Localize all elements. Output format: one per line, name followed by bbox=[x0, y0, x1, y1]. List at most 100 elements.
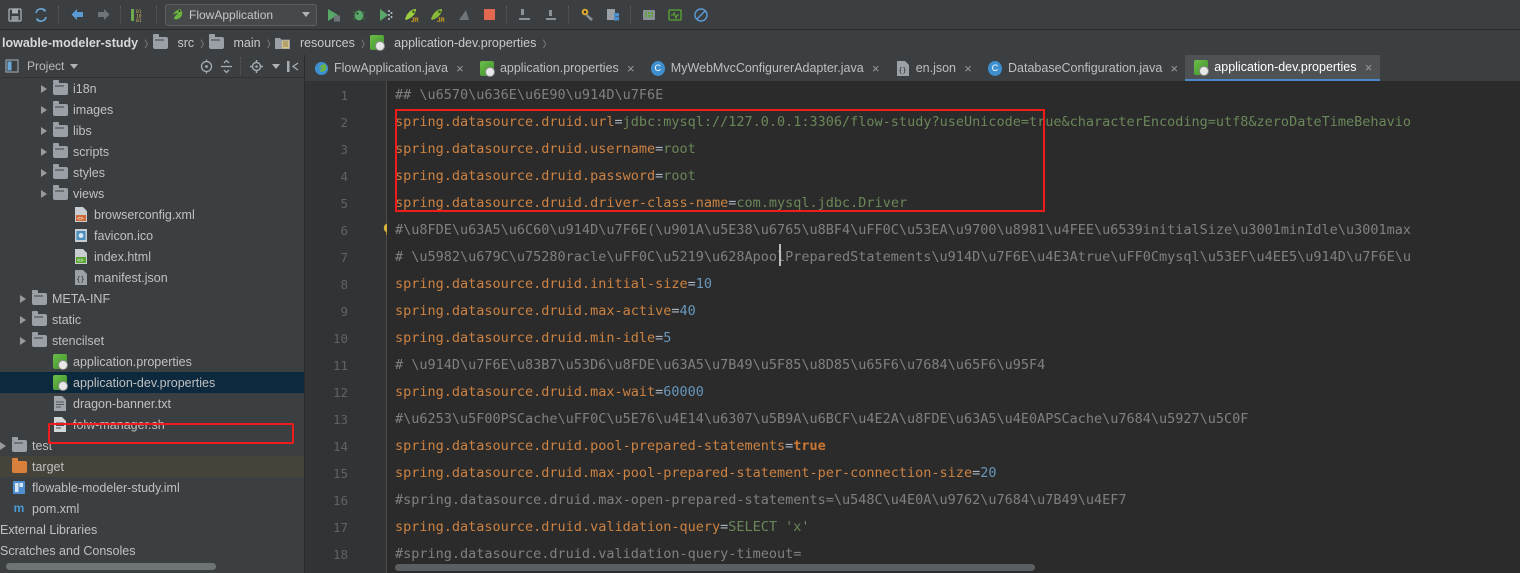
expand-arrow-icon[interactable] bbox=[41, 105, 47, 114]
breadcrumb-item-resources[interactable]: resources bbox=[273, 30, 359, 55]
settings-gear-icon[interactable] bbox=[575, 3, 599, 27]
tree-item-pom-xml[interactable]: m pom.xml bbox=[0, 498, 304, 519]
tree-item-favicon-ico[interactable]: favicon.ico bbox=[0, 225, 304, 246]
chevron-down-icon[interactable] bbox=[70, 63, 79, 69]
code-line[interactable]: spring.datasource.druid.validation-query… bbox=[395, 514, 810, 541]
project-tree[interactable]: i18n images libs scripts styles views <> browse… bbox=[0, 78, 304, 563]
expand-arrow-icon[interactable] bbox=[41, 147, 47, 156]
tree-item-i18n[interactable]: i18n bbox=[0, 78, 304, 99]
run-jrebel-icon[interactable]: JR bbox=[399, 3, 423, 27]
breadcrumb-item-file[interactable]: application-dev.properties bbox=[367, 30, 540, 55]
no-entry-icon[interactable] bbox=[689, 3, 713, 27]
editor-code-area[interactable]: ## \u6570\u636E\u6E90\u914D\u7F6E spring.… bbox=[387, 81, 1520, 573]
forward-icon[interactable] bbox=[91, 3, 115, 27]
sdk-manager-icon[interactable] bbox=[637, 3, 661, 27]
project-structure-icon[interactable] bbox=[601, 3, 625, 27]
tree-item-target[interactable]: target bbox=[0, 456, 304, 477]
close-icon[interactable]: × bbox=[871, 62, 881, 75]
breadcrumb-item-src[interactable]: src bbox=[150, 30, 198, 55]
sync-icon[interactable] bbox=[29, 3, 53, 27]
breadcrumb-item-main[interactable]: main bbox=[207, 30, 265, 55]
hide-panel-icon[interactable] bbox=[282, 56, 302, 76]
tree-item-static[interactable]: static bbox=[0, 309, 304, 330]
code-line[interactable]: spring.datasource.druid.driver-class-nam… bbox=[395, 190, 907, 217]
editor-horizontal-scrollbar[interactable] bbox=[395, 563, 1425, 572]
tree-item-flowable-modeler-study-iml[interactable]: flowable-modeler-study.iml bbox=[0, 477, 304, 498]
stop-icon[interactable] bbox=[477, 3, 501, 27]
editor-gutter[interactable]: 1 2 3 4 5 6 7 8 9 10 11 12 13 14 15 16 17 18 bbox=[305, 81, 393, 573]
scrollbar-thumb[interactable] bbox=[6, 563, 216, 570]
code-line[interactable]: spring.datasource.druid.max-pool-prepare… bbox=[395, 460, 996, 487]
editor-tab-application-dev-properties[interactable]: application-dev.properties × bbox=[1185, 55, 1380, 81]
code-line[interactable]: spring.datasource.druid.max-wait=60000 bbox=[395, 379, 704, 406]
tree-item-test[interactable]: test bbox=[0, 435, 304, 456]
chevron-down-icon[interactable] bbox=[272, 63, 280, 69]
breadcrumb-item-project[interactable]: lowable-modeler-study bbox=[0, 30, 142, 55]
expand-arrow-icon[interactable] bbox=[20, 336, 26, 345]
chevron-down-icon[interactable] bbox=[302, 12, 310, 17]
expand-arrow-icon[interactable] bbox=[41, 126, 47, 135]
expand-arrow-icon[interactable] bbox=[41, 168, 47, 177]
tree-item-views[interactable]: views bbox=[0, 183, 304, 204]
tree-item-manifest-json[interactable]: {} manifest.json bbox=[0, 267, 304, 288]
code-line[interactable]: # \u5982\u679C\u75280racle\uFF0C\u5219\u… bbox=[395, 244, 1411, 271]
code-line[interactable]: spring.datasource.druid.username=root bbox=[395, 136, 696, 163]
editor-tab-databaseconfiguration-java[interactable]: C DatabaseConfiguration.java × bbox=[979, 55, 1185, 81]
code-line[interactable]: spring.datasource.druid.url=jdbc:mysql:/… bbox=[395, 109, 1411, 136]
close-icon[interactable]: × bbox=[963, 62, 973, 75]
debug-icon[interactable] bbox=[347, 3, 371, 27]
code-line[interactable]: spring.datasource.druid.pool-prepared-st… bbox=[395, 433, 826, 460]
tree-item-meta-inf[interactable]: META-INF bbox=[0, 288, 304, 309]
tree-item-images[interactable]: images bbox=[0, 99, 304, 120]
expand-arrow-icon[interactable] bbox=[41, 189, 47, 198]
avd-manager-icon[interactable] bbox=[663, 3, 687, 27]
save-all-icon[interactable] bbox=[3, 3, 27, 27]
code-line[interactable]: #\u8FDE\u63A5\u6C60\u914D\u7F6E(\u901A\u… bbox=[395, 217, 1411, 244]
scrollbar-thumb[interactable] bbox=[395, 564, 1035, 571]
tree-item-browserconfig-xml[interactable]: <> browserconfig.xml bbox=[0, 204, 304, 225]
expand-arrow-icon[interactable] bbox=[0, 441, 6, 450]
build-module-icon[interactable] bbox=[539, 3, 563, 27]
expand-arrow-icon[interactable] bbox=[20, 294, 26, 303]
editor-tab-flowapplication-java[interactable]: FlowApplication.java × bbox=[305, 55, 471, 81]
code-line[interactable]: #spring.datasource.druid.max-open-prepar… bbox=[395, 487, 1127, 514]
close-icon[interactable]: × bbox=[1169, 62, 1179, 75]
editor-tab-en-json[interactable]: {} en.json × bbox=[887, 55, 979, 81]
editor-tab-application-properties[interactable]: application.properties × bbox=[471, 55, 642, 81]
tree-item-libs[interactable]: libs bbox=[0, 120, 304, 141]
locate-icon[interactable] bbox=[196, 56, 216, 76]
tree-item-external-libraries[interactable]: External Libraries bbox=[0, 519, 304, 540]
code-line[interactable]: spring.datasource.druid.password=root bbox=[395, 163, 696, 190]
close-icon[interactable]: × bbox=[626, 62, 636, 75]
editor-tab-mywebmvcconfigureradapter-java[interactable]: C MyWebMvcConfigurerAdapter.java × bbox=[642, 55, 887, 81]
tree-item-scripts[interactable]: scripts bbox=[0, 141, 304, 162]
code-line[interactable]: spring.datasource.druid.min-idle=5 bbox=[395, 325, 671, 352]
back-icon[interactable] bbox=[65, 3, 89, 27]
code-line[interactable]: # \u914D\u7F6E\u83B7\u53D6\u8FDE\u63A5\u… bbox=[395, 352, 1045, 379]
collapse-all-icon[interactable] bbox=[216, 56, 236, 76]
tree-item-stencilset[interactable]: stencilset bbox=[0, 330, 304, 351]
run-icon[interactable] bbox=[321, 3, 345, 27]
tree-horizontal-scrollbar[interactable] bbox=[0, 562, 304, 571]
debug-jrebel-icon[interactable]: JR bbox=[425, 3, 449, 27]
code-line[interactable]: spring.datasource.druid.max-active=40 bbox=[395, 298, 696, 325]
tree-item-dragon-banner-txt[interactable]: dragon-banner.txt bbox=[0, 393, 304, 414]
expand-arrow-icon[interactable] bbox=[20, 315, 26, 324]
profile-icon[interactable] bbox=[451, 3, 475, 27]
tree-item-application-dev-properties[interactable]: application-dev.properties bbox=[0, 372, 304, 393]
code-line[interactable]: spring.datasource.druid.initial-size=10 bbox=[395, 271, 712, 298]
settings-gear-icon[interactable] bbox=[246, 56, 266, 76]
code-line[interactable]: #\u6253\u5F00PSCache\uFF0C\u5E76\u4E14\u… bbox=[395, 406, 1248, 433]
code-line[interactable]: ## \u6570\u636E\u6E90\u914D\u7F6E bbox=[395, 82, 663, 109]
tree-item-folw-manager-sh[interactable]: folw-manager.sh bbox=[0, 414, 304, 435]
run-configuration-selector[interactable]: FlowApplication bbox=[165, 3, 317, 26]
code-editor[interactable]: 1 2 3 4 5 6 7 8 9 10 11 12 13 14 15 16 17 18 ## \u6570\u6… bbox=[305, 81, 1520, 573]
tree-item-application-properties[interactable]: application.properties bbox=[0, 351, 304, 372]
build-project-icon[interactable] bbox=[513, 3, 537, 27]
toggle-bookmarks-icon[interactable]: 01 10 01 bbox=[127, 3, 151, 27]
tree-item-index-html[interactable]: <> index.html bbox=[0, 246, 304, 267]
tree-item-scratches-and-consoles[interactable]: Scratches and Consoles bbox=[0, 540, 304, 561]
close-icon[interactable]: × bbox=[1364, 61, 1374, 74]
close-icon[interactable]: × bbox=[455, 62, 465, 75]
run-with-coverage-icon[interactable] bbox=[373, 3, 397, 27]
